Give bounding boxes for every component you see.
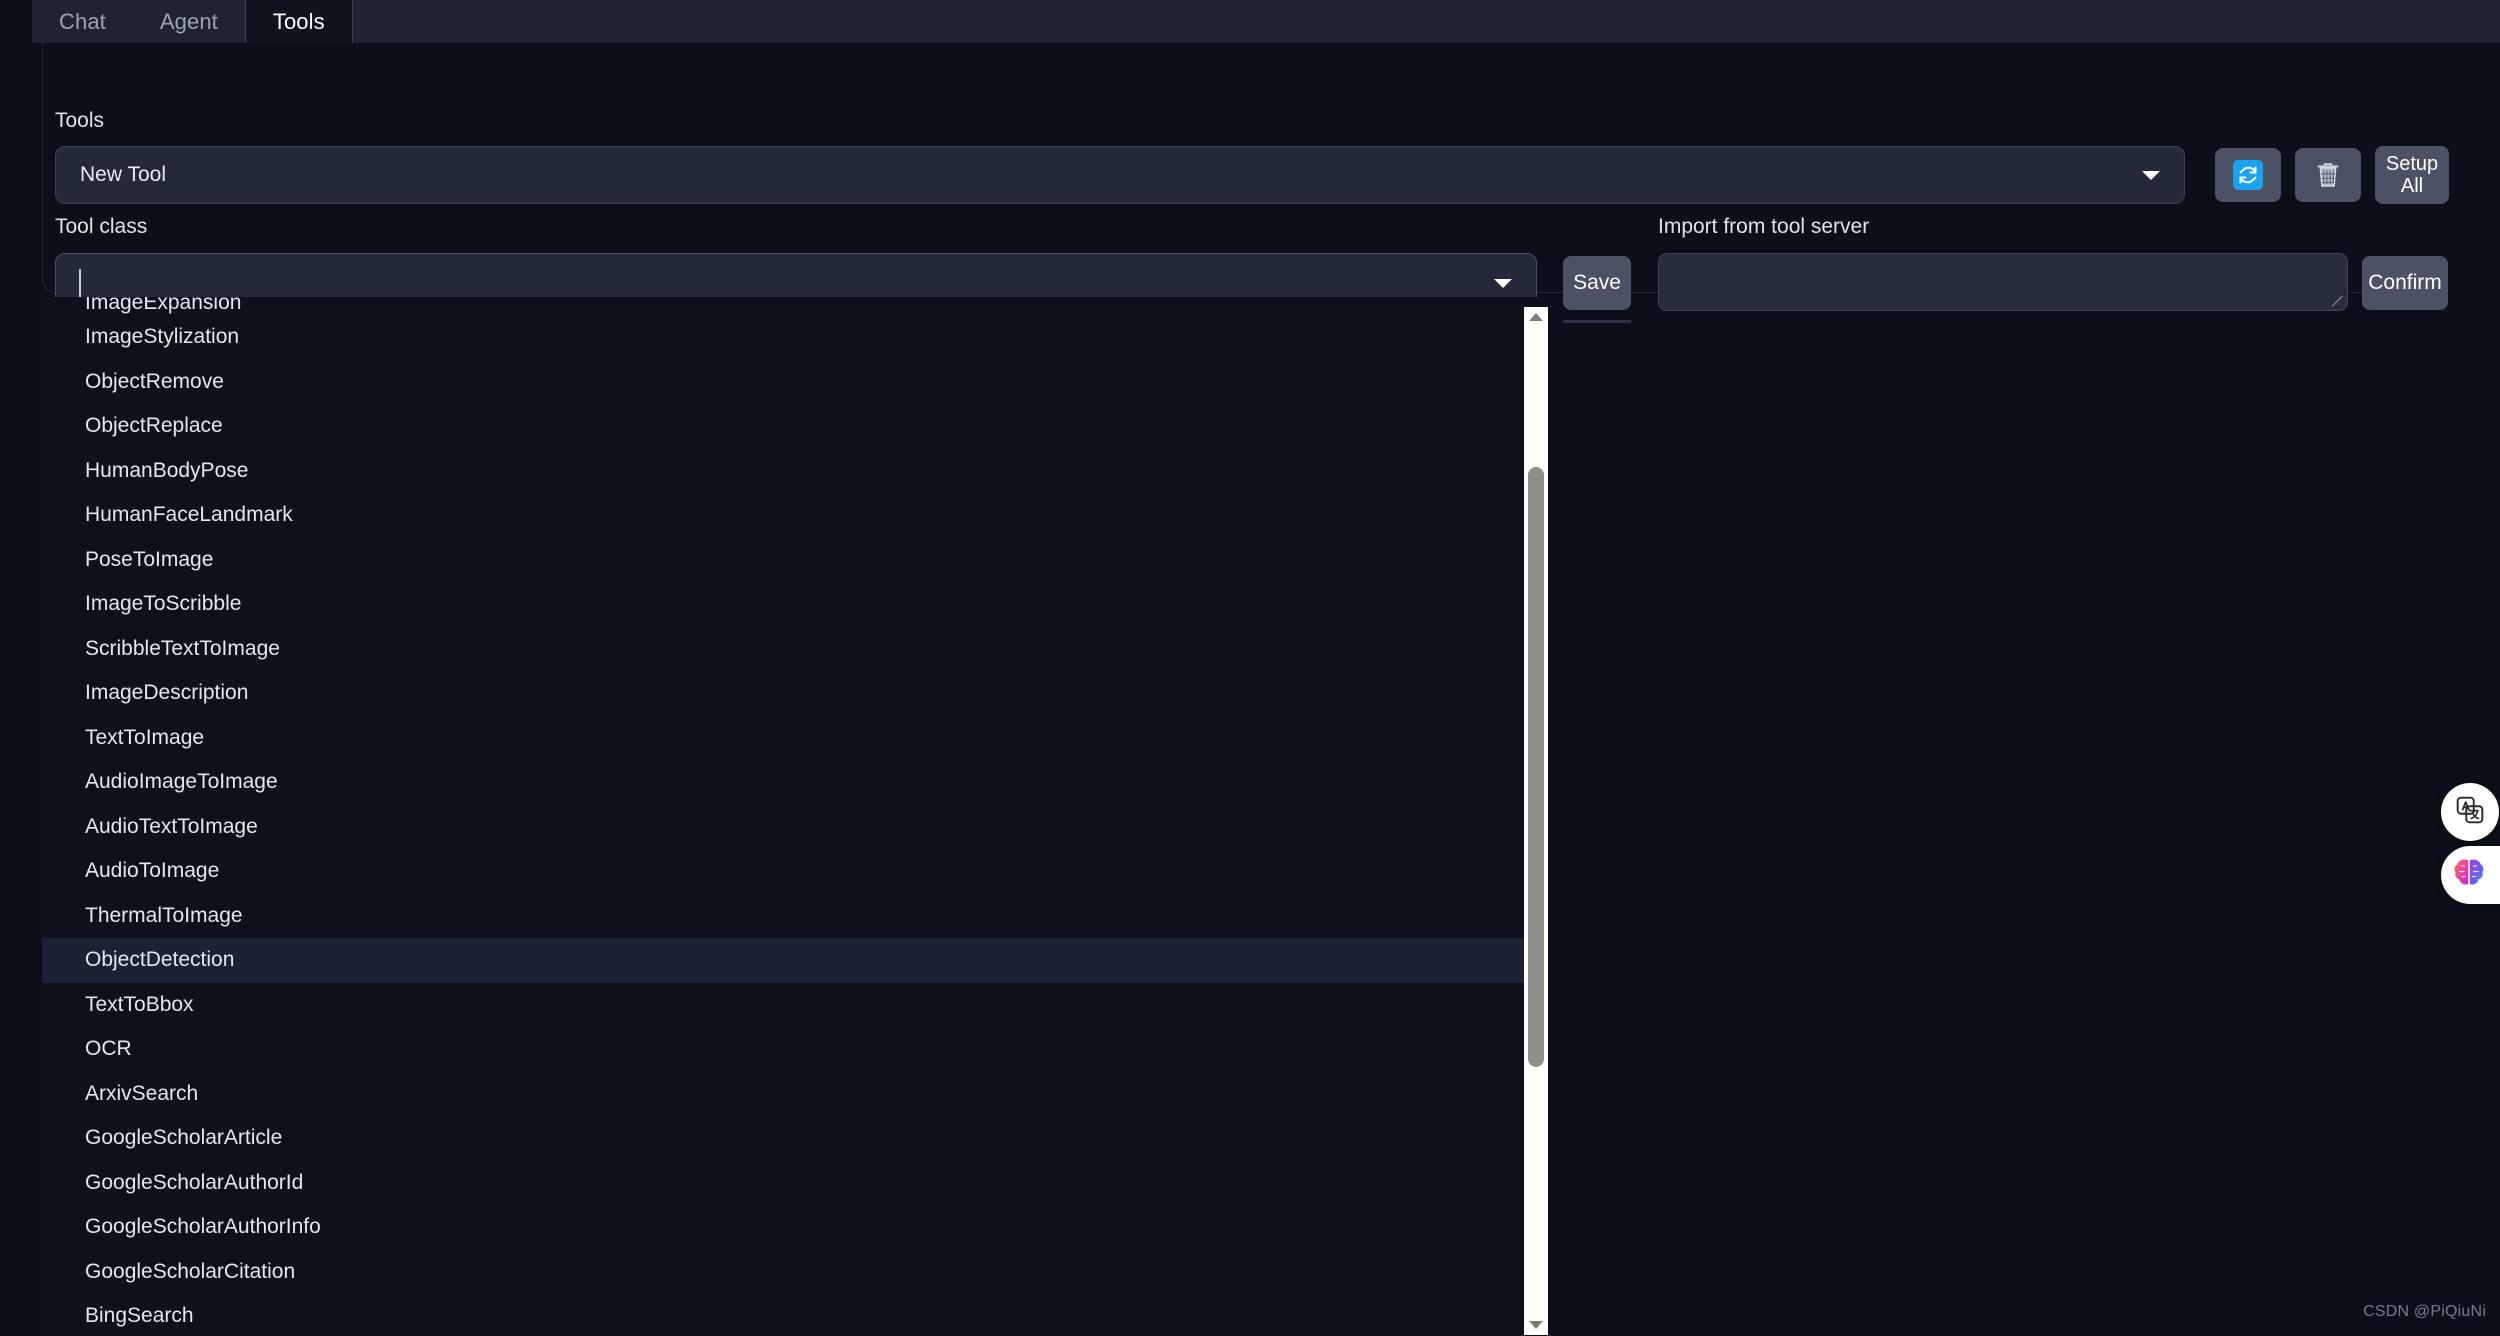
setup-all-label-line2: All (2400, 175, 2424, 197)
tab-bar-filler (352, 0, 2500, 43)
ai-brain-fab-button[interactable] (2441, 846, 2500, 904)
tools-page: Tools New Tool Setup All Tool class Save… (0, 43, 2500, 1336)
refresh-icon (2233, 160, 2263, 190)
list-item[interactable]: TextToImage (42, 716, 1539, 761)
tools-select[interactable]: New Tool (55, 146, 2185, 204)
list-item[interactable]: ImageStylization (42, 315, 1539, 360)
list-item[interactable]: GoogleScholarArticle (42, 1116, 1539, 1161)
list-item[interactable]: GoogleScholarAuthorId (42, 1161, 1539, 1206)
scrollbar-thumb[interactable] (1528, 467, 1544, 1067)
delete-button[interactable] (2295, 148, 2361, 202)
tab-agent[interactable]: Agent (132, 0, 245, 43)
tool-class-label: Tool class (55, 215, 148, 238)
list-item[interactable]: ImageExpansion (42, 297, 1539, 315)
list-item[interactable]: ObjectDetection (42, 938, 1539, 983)
list-item[interactable]: HumanBodyPose (42, 449, 1539, 494)
confirm-button[interactable]: Confirm (2362, 256, 2448, 310)
resize-handle-icon[interactable] (2332, 296, 2344, 308)
trash-icon (2315, 160, 2341, 190)
list-item[interactable]: ObjectRemove (42, 360, 1539, 405)
brain-icon (2452, 857, 2486, 894)
list-item[interactable]: HumanFaceLandmark (42, 493, 1539, 538)
text-cursor (79, 269, 81, 299)
list-item[interactable]: TextToBbox (42, 983, 1539, 1028)
panel-edge-accent (1563, 320, 1631, 323)
tab-chat[interactable]: Chat (32, 0, 133, 43)
list-item[interactable]: ImageToScribble (42, 582, 1539, 627)
translate-fab-button[interactable] (2441, 783, 2499, 841)
scroll-up-arrow-icon[interactable] (1524, 307, 1548, 327)
dropdown-scrollbar[interactable] (1524, 307, 1548, 1335)
list-item[interactable]: AudioToImage (42, 849, 1539, 894)
save-button[interactable]: Save (1563, 256, 1631, 310)
tools-label: Tools (55, 109, 105, 132)
setup-all-label-line1: Setup (2385, 153, 2439, 175)
list-item[interactable]: ScribbleTextToImage (42, 627, 1539, 672)
import-from-tool-server-input[interactable] (1658, 253, 2348, 311)
list-item[interactable]: BingSearch (42, 1294, 1539, 1336)
setup-all-button[interactable]: Setup All (2375, 146, 2449, 204)
chevron-down-icon (1494, 278, 1512, 288)
tools-select-value: New Tool (80, 163, 166, 186)
translate-icon (2455, 795, 2485, 830)
list-item[interactable]: OCR (42, 1027, 1539, 1072)
list-item[interactable]: AudioTextToImage (42, 805, 1539, 850)
chevron-down-icon (2142, 170, 2160, 180)
scroll-down-arrow-icon[interactable] (1524, 1315, 1548, 1335)
tool-class-dropdown-list[interactable]: ImageExpansion ImageStylization ObjectRem… (42, 297, 1539, 1336)
list-item[interactable]: ObjectReplace (42, 404, 1539, 449)
import-from-tool-server-label: Import from tool server (1658, 215, 1870, 238)
list-item[interactable]: ImageDescription (42, 671, 1539, 716)
list-item[interactable]: GoogleScholarAuthorInfo (42, 1205, 1539, 1250)
list-item[interactable]: PoseToImage (42, 538, 1539, 583)
list-item[interactable]: GoogleScholarCitation (42, 1250, 1539, 1295)
watermark: CSDN @PiQiuNi (2363, 1303, 2486, 1320)
list-item[interactable]: AudioImageToImage (42, 760, 1539, 805)
tab-bar-left-padding (0, 0, 32, 43)
tab-bar: Chat Agent Tools (0, 0, 2500, 43)
list-item[interactable]: ThermalToImage (42, 894, 1539, 939)
list-item[interactable]: ArxivSearch (42, 1072, 1539, 1117)
tab-tools[interactable]: Tools (244, 0, 353, 43)
refresh-button[interactable] (2215, 148, 2281, 202)
